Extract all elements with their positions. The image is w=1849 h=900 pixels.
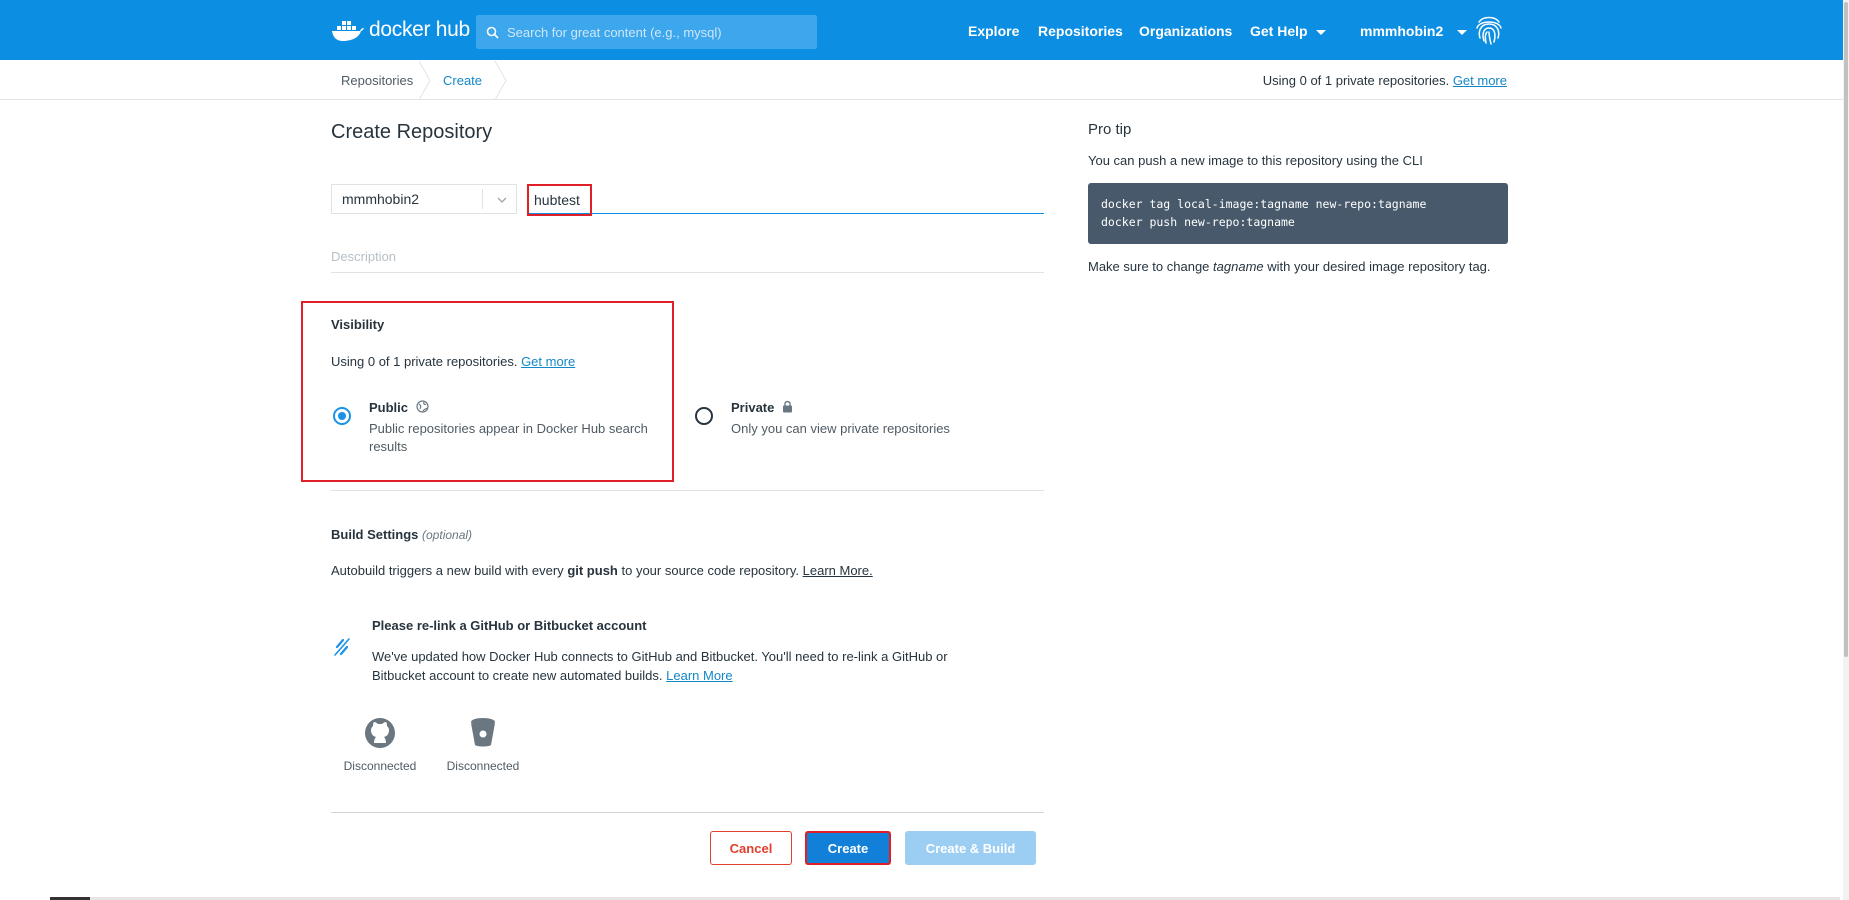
logo-text: docker hub [369, 18, 470, 41]
scrollbar-thumb[interactable] [1844, 2, 1848, 657]
page: docker hub Explore Repositories Organiza… [0, 0, 1849, 900]
relink-title: Please re-link a GitHub or Bitbucket acc… [372, 618, 647, 633]
visibility-usage-text: Using 0 of 1 private repositories. [331, 354, 518, 369]
build-settings-heading: Build Settings (optional) [331, 527, 472, 542]
repo-name-input[interactable]: hubtest [527, 184, 592, 216]
quota-text: Using 0 of 1 private repositories. [1262, 73, 1450, 88]
divider [331, 812, 1044, 813]
lock-icon [783, 400, 792, 413]
build-desc-post: to your source code repository. [621, 563, 799, 578]
public-description: Public repositories appear in Docker Hub… [369, 421, 648, 454]
breadcrumb-separator [418, 61, 431, 100]
get-help-label: Get Help [1250, 23, 1308, 39]
create-button[interactable]: Create [805, 831, 891, 865]
protip-intro: You can push a new image to this reposit… [1088, 153, 1423, 168]
private-option-label[interactable]: Private [731, 400, 793, 415]
username-label: mmmhobin2 [1360, 23, 1444, 39]
public-radio[interactable] [333, 407, 351, 425]
private-label: Private [731, 400, 775, 415]
protip-note-pre: Make sure to change [1088, 259, 1210, 274]
visibility-usage: Using 0 of 1 private repositories. Get m… [331, 354, 575, 369]
search-bar[interactable] [476, 15, 817, 49]
protip-code-line-1: docker tag local-image:tagname new-repo:… [1101, 197, 1427, 211]
namespace-value: mmmhobin2 [342, 191, 420, 207]
protip-code-line-2: docker push new-repo:tagname [1101, 215, 1295, 229]
github-status: Disconnected [343, 759, 417, 773]
cancel-button[interactable]: Cancel [710, 831, 792, 865]
fingerprint-avatar-icon[interactable] [1474, 14, 1504, 46]
protip-note: Make sure to change tagname with your de… [1088, 258, 1513, 276]
build-learn-more-link[interactable]: Learn More. [803, 563, 873, 578]
description-placeholder: Description [331, 249, 397, 264]
protip-note-em: tagname [1213, 259, 1264, 274]
private-quota: Using 0 of 1 private repositories. Get m… [1263, 73, 1507, 88]
nav-get-help[interactable]: Get Help [1250, 23, 1326, 39]
nav-organizations[interactable]: Organizations [1139, 23, 1232, 39]
chevron-down-icon [1457, 29, 1468, 35]
docker-hub-logo[interactable]: docker hub [331, 16, 470, 44]
chevron-down-icon [497, 197, 507, 203]
nav-explore[interactable]: Explore [968, 23, 1019, 39]
private-radio[interactable] [695, 407, 713, 425]
nav-repositories[interactable]: Repositories [1038, 23, 1123, 39]
create-and-build-button[interactable]: Create & Build [905, 831, 1036, 865]
github-icon [365, 718, 395, 748]
top-navbar: docker hub Explore Repositories Organiza… [0, 0, 1843, 60]
visibility-get-more-link[interactable]: Get more [521, 354, 575, 369]
build-settings-title: Build Settings [331, 527, 419, 542]
globe-icon [416, 400, 429, 413]
bitbucket-icon [471, 718, 495, 747]
github-provider[interactable]: Disconnected [340, 716, 420, 775]
search-icon [486, 26, 499, 39]
bitbucket-status: Disconnected [446, 759, 520, 773]
unlink-icon [334, 638, 350, 656]
user-menu[interactable]: mmmhobin2 [1360, 23, 1468, 39]
repo-name-value: hubtest [534, 192, 580, 208]
build-settings-optional: (optional) [422, 528, 473, 542]
divider [331, 490, 1044, 491]
bitbucket-provider[interactable]: Disconnected [443, 716, 523, 775]
protip-heading: Pro tip [1088, 121, 1132, 138]
build-settings-description: Autobuild triggers a new build with ever… [331, 563, 873, 578]
relink-description: We've updated how Docker Hub connects to… [372, 647, 992, 685]
relink-learn-more-link[interactable]: Learn More [666, 668, 732, 683]
chevron-down-icon [1315, 29, 1326, 35]
namespace-select[interactable]: mmmhobin2 [331, 184, 517, 214]
description-input[interactable]: Description [331, 249, 1044, 273]
relink-desc-text: We've updated how Docker Hub connects to… [372, 649, 948, 683]
repo-name-underline [527, 184, 1044, 214]
visibility-heading: Visibility [331, 317, 385, 332]
docker-whale-icon [332, 21, 364, 41]
public-option-label[interactable]: Public [369, 400, 429, 415]
build-desc-pre: Autobuild triggers a new build with ever… [331, 563, 564, 578]
private-description: Only you can view private repositories [731, 421, 950, 436]
breadcrumb-create[interactable]: Create [443, 73, 482, 88]
select-divider [482, 189, 483, 209]
breadcrumb-repositories[interactable]: Repositories [341, 73, 413, 88]
build-desc-bold: git push [567, 563, 618, 578]
protip-code-block: docker tag local-image:tagname new-repo:… [1088, 183, 1508, 244]
protip-note-post: with your desired image repository tag. [1267, 259, 1491, 274]
page-title: Create Repository [331, 121, 493, 143]
public-label: Public [369, 400, 409, 415]
breadcrumb-separator [494, 61, 507, 100]
search-input[interactable] [507, 24, 807, 40]
breadcrumb-bar: Repositories Create Using 0 of 1 private… [0, 60, 1843, 100]
vertical-scrollbar[interactable] [1843, 0, 1849, 900]
quota-get-more-link[interactable]: Get more [1453, 73, 1507, 88]
